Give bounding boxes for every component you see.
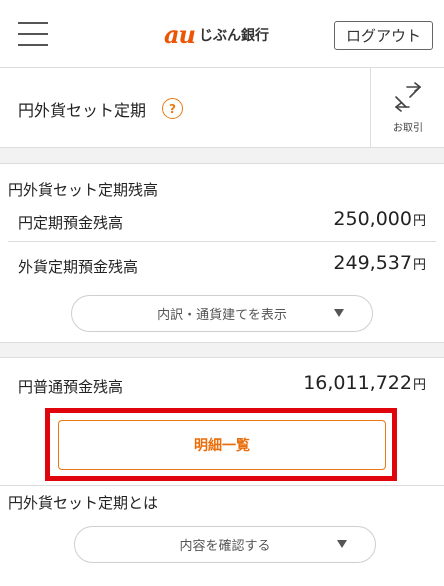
bank-logo[interactable]: au じぶん銀行 [164,22,269,48]
breakdown-toggle-button[interactable]: 内訳・通貨建てを表示 [71,295,373,332]
trade-label: お取引 [393,123,423,134]
breakdown-toggle-label: 内訳・通貨建てを表示 [157,308,287,323]
confirm-contents-button[interactable]: 内容を確認する [74,526,376,563]
set-deposit-balance-section: 円外貨セット定期残高 円定期預金残高 250,000円 外貨定期預金残高 249… [0,163,444,343]
product-title-row: 円外貨セット定期 ? お取引 [0,68,444,148]
ordinary-deposit-label: 円普通預金残高 [18,378,124,396]
swap-arrows-icon [395,82,421,112]
logo-brand: au [164,20,196,49]
foreign-time-deposit-amount: 249,537円 [333,252,426,274]
triangle-down-icon [337,540,347,548]
transaction-details-button[interactable]: 明細一覧 [58,420,386,470]
page-title: 円外貨セット定期 [18,101,147,120]
divider [8,241,436,242]
yen-time-deposit-amount: 250,000円 [333,208,426,230]
triangle-down-icon [334,309,344,317]
foreign-time-deposit-label: 外貨定期預金残高 [18,258,139,276]
app-header: au じぶん銀行 ログアウト [0,0,444,68]
trade-button[interactable]: お取引 [370,68,444,148]
about-title: 円外貨セット定期とは [8,494,159,512]
about-section: 円外貨セット定期とは 内容を確認する [0,485,444,586]
help-icon[interactable]: ? [162,98,183,119]
logo-bank-name: じぶん銀行 [199,28,269,44]
logout-button[interactable]: ログアウト [334,21,433,50]
section-title: 円外貨セット定期残高 [8,181,159,199]
ordinary-deposit-amount: 16,011,722円 [303,372,426,394]
confirm-contents-label: 内容を確認する [179,539,271,554]
hamburger-menu-icon[interactable] [18,22,48,48]
ordinary-deposit-section: 円普通預金残高 16,011,722円 明細一覧 [0,357,444,485]
yen-time-deposit-label: 円定期預金残高 [18,214,124,232]
